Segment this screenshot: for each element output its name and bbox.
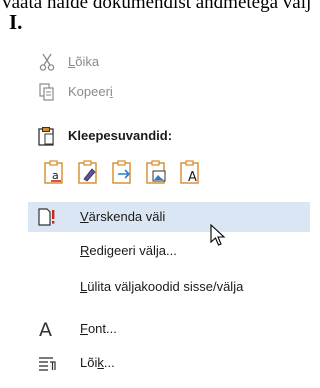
menu-item-update-field-label: Värskenda väli bbox=[80, 209, 166, 224]
clipboard-icon bbox=[37, 126, 57, 146]
document-text-line: Vaata näide dokumendist andmetega välja … bbox=[0, 0, 310, 13]
menu-item-font-label: Font... bbox=[80, 321, 117, 336]
paste-picture-icon[interactable] bbox=[145, 159, 169, 185]
paste-merge-formatting-icon[interactable] bbox=[77, 159, 101, 185]
menu-item-cut-label: Lõika bbox=[68, 54, 100, 69]
document-heading: I. bbox=[9, 10, 23, 34]
scissors-icon bbox=[37, 52, 57, 72]
mouse-cursor-icon bbox=[210, 223, 228, 248]
menu-item-toggle-field-codes[interactable]: Lülita väljakoodid sisse/välja bbox=[28, 272, 310, 302]
paste-options-label: Kleepesuvandid: bbox=[68, 128, 173, 143]
paste-link-icon[interactable] bbox=[111, 159, 135, 185]
menu-item-copy[interactable]: Kopeeri bbox=[28, 77, 310, 107]
menu-item-copy-label: Kopeeri bbox=[68, 84, 113, 99]
paragraph-icon bbox=[37, 353, 57, 373]
menu-item-paragraph[interactable]: Lõik... bbox=[28, 348, 310, 378]
svg-text:a: a bbox=[52, 169, 59, 182]
menu-item-paste-options: Kleepesuvandid: bbox=[28, 121, 310, 151]
menu-item-toggle-field-codes-label: Lülita väljakoodid sisse/välja bbox=[80, 279, 244, 294]
menu-item-update-field[interactable]: Värskenda väli bbox=[28, 202, 310, 232]
menu-item-font[interactable]: A Font... bbox=[28, 314, 310, 344]
paste-keep-source-formatting-icon[interactable]: a bbox=[43, 159, 67, 185]
menu-item-edit-field-label: Redigeeri välja... bbox=[80, 243, 177, 258]
paste-options-row: a A bbox=[43, 159, 243, 185]
font-icon: A bbox=[37, 319, 57, 341]
menu-item-paragraph-label: Lõik... bbox=[80, 355, 115, 370]
copy-icon bbox=[37, 82, 57, 102]
menu-item-cut[interactable]: Lõika bbox=[28, 47, 310, 77]
paste-keep-text-only-icon[interactable]: A bbox=[179, 159, 203, 185]
menu-item-edit-field[interactable]: Redigeeri välja... bbox=[28, 236, 310, 266]
svg-text:A: A bbox=[188, 170, 197, 185]
context-menu: Lõika Kopeeri Kleepesuvandid: a A Värske… bbox=[28, 40, 310, 388]
update-field-icon bbox=[37, 207, 57, 227]
svg-text:A: A bbox=[39, 319, 52, 339]
